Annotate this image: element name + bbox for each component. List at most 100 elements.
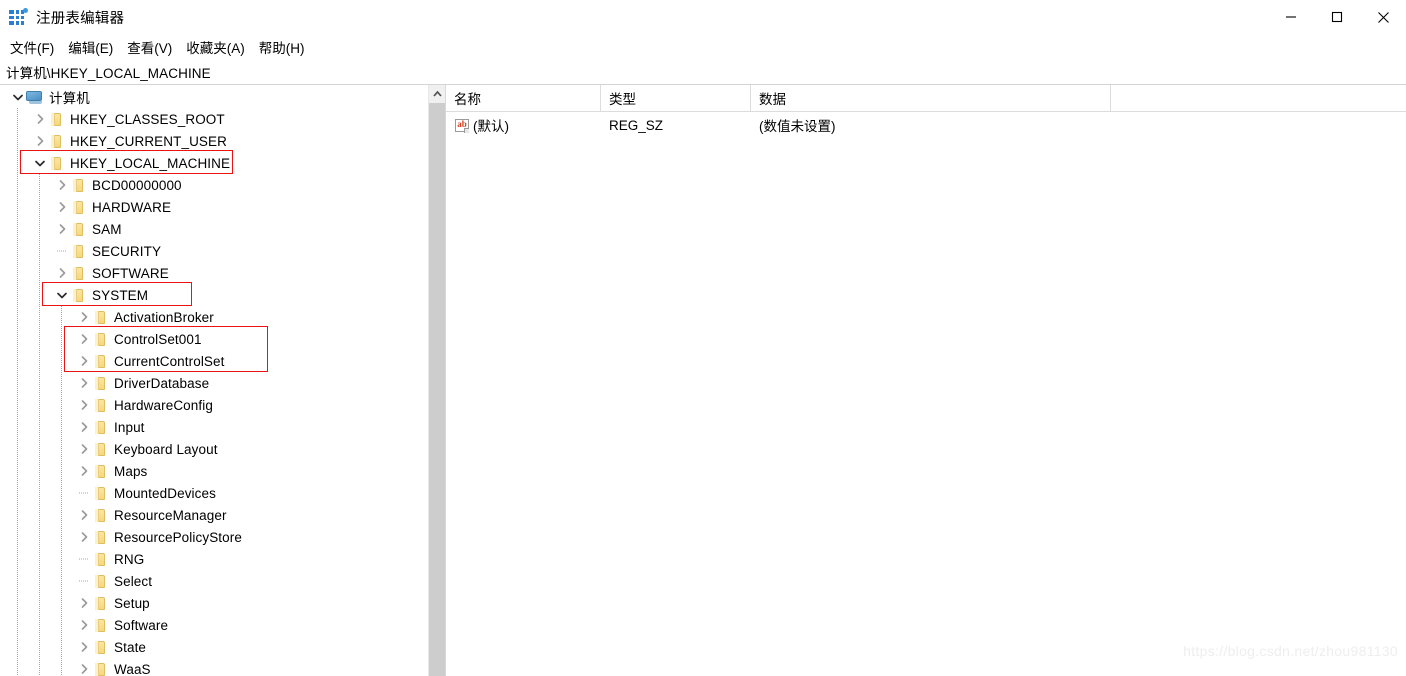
tree-item-label: BCD00000000	[92, 177, 182, 193]
tree-item-currentcontrolset[interactable]: CurrentControlSet	[0, 350, 445, 372]
registry-tree-panel[interactable]: 计算机 HKEY_CLASSES_ROOT HKEY_CURRENT_USER HKE…	[0, 85, 445, 676]
chevron-right-icon[interactable]	[76, 526, 92, 548]
tree-item-resourcepolicystore[interactable]: ResourcePolicyStore	[0, 526, 445, 548]
main-content: 计算机 HKEY_CLASSES_ROOT HKEY_CURRENT_USER HKE…	[0, 85, 1406, 676]
folder-icon	[48, 133, 64, 149]
tree-guide-line	[39, 636, 40, 658]
tree-item-system[interactable]: SYSTEM	[0, 284, 445, 306]
computer-icon	[26, 89, 44, 105]
chevron-right-icon[interactable]	[76, 306, 92, 328]
tree-item-hkey-current-user[interactable]: HKEY_CURRENT_USER	[0, 130, 445, 152]
tree-guide-line	[39, 526, 40, 548]
folder-icon	[92, 551, 108, 567]
column-header-name[interactable]: 名称	[446, 85, 601, 111]
tree-item-maps[interactable]: Maps	[0, 460, 445, 482]
tree-item-hkey-local-machine[interactable]: HKEY_LOCAL_MACHINE	[0, 152, 445, 174]
tree-item-label: ControlSet001	[114, 331, 202, 347]
chevron-right-icon[interactable]	[76, 504, 92, 526]
tree-item-controlset001[interactable]: ControlSet001	[0, 328, 445, 350]
chevron-down-icon[interactable]	[10, 86, 26, 108]
folder-icon	[92, 529, 108, 545]
tree-item-hardwareconfig[interactable]: HardwareConfig	[0, 394, 445, 416]
maximize-icon	[1331, 11, 1343, 23]
tree-item-mounteddevices[interactable]: MountedDevices	[0, 482, 445, 504]
tree-item-bcd00000000[interactable]: BCD00000000	[0, 174, 445, 196]
registry-values-list[interactable]: ab (默认) REG_SZ (数值未设置)	[446, 112, 1406, 138]
tree-guide-line	[61, 482, 62, 504]
value-row[interactable]: ab (默认) REG_SZ (数值未设置)	[446, 112, 1406, 138]
menu-item-help[interactable]: 帮助(H)	[252, 35, 312, 59]
chevron-right-icon[interactable]	[32, 108, 48, 130]
tree-item-label: HKEY_CLASSES_ROOT	[70, 111, 225, 127]
folder-icon	[70, 199, 86, 215]
column-header-type[interactable]: 类型	[601, 85, 751, 111]
scrollbar-thumb[interactable]	[429, 103, 445, 676]
chevron-right-icon[interactable]	[76, 350, 92, 372]
maximize-button[interactable]	[1314, 0, 1360, 34]
chevron-right-icon[interactable]	[54, 174, 70, 196]
tree-guide-line	[17, 526, 18, 548]
tree-item-resourcemanager[interactable]: ResourceManager	[0, 504, 445, 526]
close-button[interactable]	[1360, 0, 1406, 34]
string-value-icon: ab	[454, 118, 470, 133]
tree-item-hardware[interactable]: HARDWARE	[0, 196, 445, 218]
list-column-headers: 名称 类型 数据	[446, 85, 1406, 112]
chevron-right-icon[interactable]	[54, 262, 70, 284]
chevron-down-icon[interactable]	[32, 152, 48, 174]
minimize-button[interactable]	[1268, 0, 1314, 34]
chevron-right-icon[interactable]	[76, 372, 92, 394]
tree-guide-line	[17, 394, 18, 416]
chevron-right-icon[interactable]	[54, 218, 70, 240]
tree-item-security[interactable]: SECURITY	[0, 240, 445, 262]
tree-guide-line	[17, 482, 18, 504]
column-header-data[interactable]: 数据	[751, 85, 1111, 111]
folder-icon	[70, 177, 86, 193]
folder-icon	[92, 573, 108, 589]
chevron-right-icon[interactable]	[76, 328, 92, 350]
tree-item-[interactable]: 计算机	[0, 86, 445, 108]
tree-guide-line	[39, 592, 40, 614]
chevron-right-icon[interactable]	[76, 614, 92, 636]
chevron-right-icon[interactable]	[76, 394, 92, 416]
tree-item-software[interactable]: Software	[0, 614, 445, 636]
tree-guide-line	[17, 614, 18, 636]
tree-item-sam[interactable]: SAM	[0, 218, 445, 240]
tree-guide-line	[61, 306, 62, 328]
menu-item-file[interactable]: 文件(F)	[3, 35, 61, 59]
menu-item-edit[interactable]: 编辑(E)	[61, 35, 120, 59]
tree-item-state[interactable]: State	[0, 636, 445, 658]
chevron-right-icon[interactable]	[54, 196, 70, 218]
tree-guide-line	[61, 592, 62, 614]
tree-leaf-connector	[54, 240, 70, 262]
chevron-right-icon[interactable]	[76, 658, 92, 676]
tree-guide-line	[17, 350, 18, 372]
tree-item-activationbroker[interactable]: ActivationBroker	[0, 306, 445, 328]
chevron-right-icon[interactable]	[76, 460, 92, 482]
tree-item-keyboard-layout[interactable]: Keyboard Layout	[0, 438, 445, 460]
tree-item-setup[interactable]: Setup	[0, 592, 445, 614]
chevron-right-icon[interactable]	[76, 416, 92, 438]
menu-item-view[interactable]: 查看(V)	[120, 35, 179, 59]
registry-tree[interactable]: 计算机 HKEY_CLASSES_ROOT HKEY_CURRENT_USER HKE…	[0, 85, 445, 676]
scrollbar-up-button[interactable]	[429, 85, 445, 102]
folder-icon	[92, 331, 108, 347]
folder-icon	[92, 419, 108, 435]
chevron-right-icon[interactable]	[32, 130, 48, 152]
tree-item-software[interactable]: SOFTWARE	[0, 262, 445, 284]
tree-item-driverdatabase[interactable]: DriverDatabase	[0, 372, 445, 394]
tree-guide-line	[61, 614, 62, 636]
tree-item-rng[interactable]: RNG	[0, 548, 445, 570]
chevron-right-icon[interactable]	[76, 438, 92, 460]
chevron-down-icon[interactable]	[54, 284, 70, 306]
tree-item-select[interactable]: Select	[0, 570, 445, 592]
chevron-right-icon[interactable]	[76, 592, 92, 614]
tree-item-input[interactable]: Input	[0, 416, 445, 438]
address-bar[interactable]: 计算机\HKEY_LOCAL_MACHINE	[0, 59, 1406, 85]
tree-item-waas[interactable]: WaaS	[0, 658, 445, 676]
menu-item-favorites[interactable]: 收藏夹(A)	[179, 35, 252, 59]
tree-item-label: Software	[114, 617, 169, 633]
tree-guide-line	[17, 504, 18, 526]
tree-vertical-scrollbar[interactable]	[428, 85, 445, 676]
chevron-right-icon[interactable]	[76, 636, 92, 658]
tree-item-hkey-classes-root[interactable]: HKEY_CLASSES_ROOT	[0, 108, 445, 130]
